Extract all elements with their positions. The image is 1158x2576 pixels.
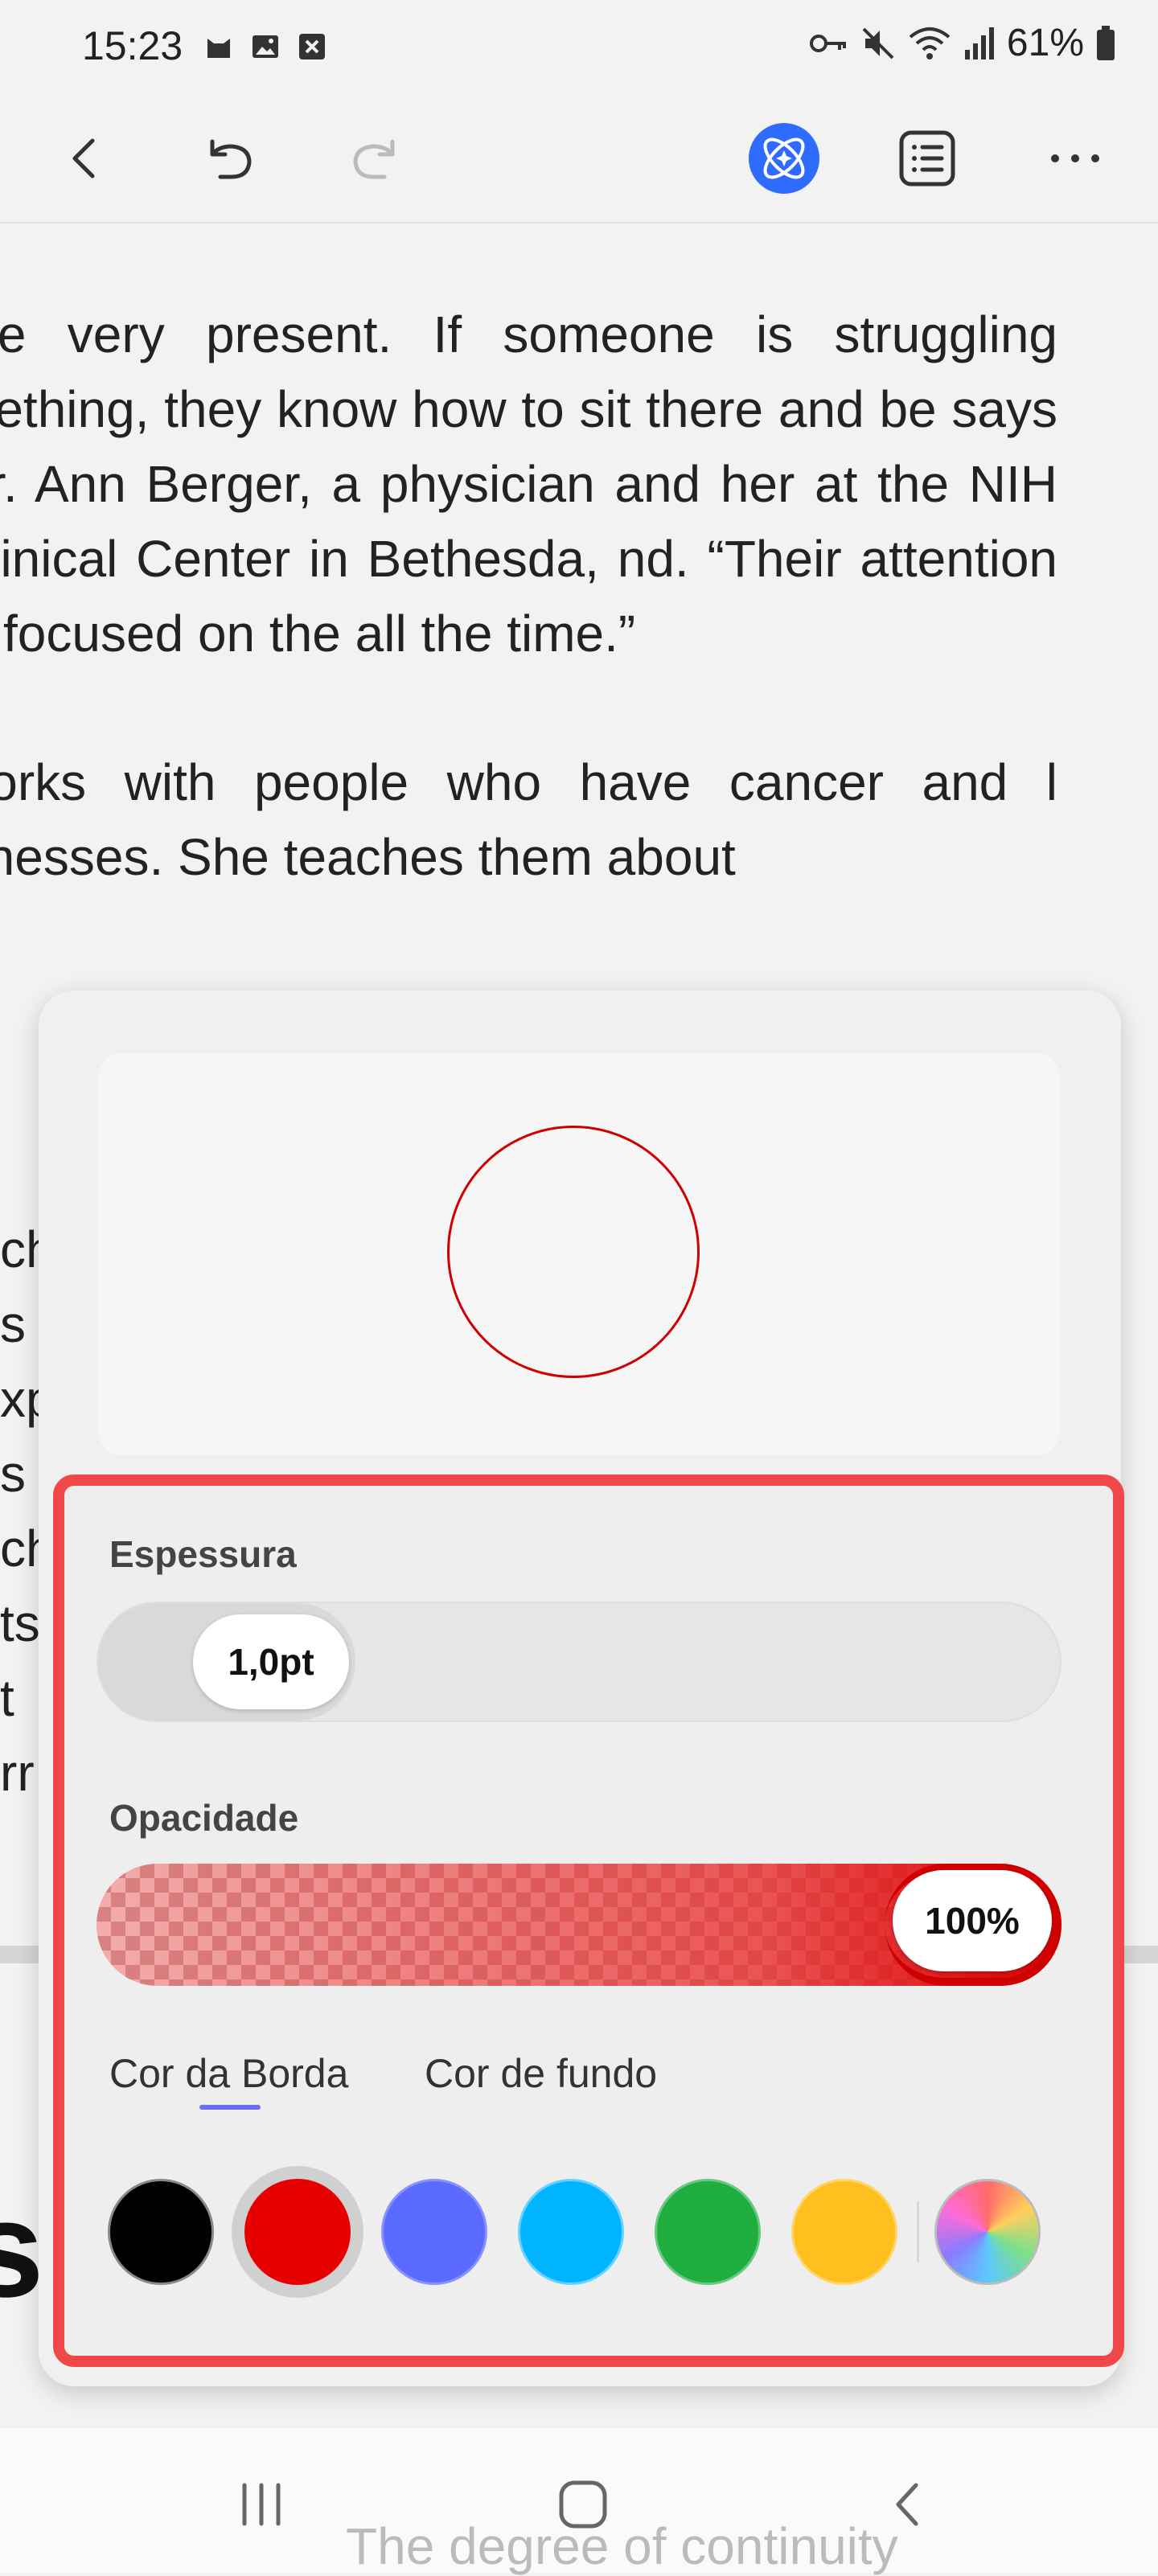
list-icon: [899, 130, 955, 187]
color-picker-swatch[interactable]: [934, 2179, 1041, 2285]
mute-icon: [862, 27, 894, 59]
shape-preview: [98, 1053, 1060, 1455]
thickness-label: Espessura: [109, 1533, 297, 1575]
status-system-icons: 61%: [809, 21, 1116, 65]
battery-icon: [1097, 25, 1115, 60]
battery-percent: 61%: [1006, 22, 1084, 64]
swatch-separator: [917, 2201, 919, 2262]
thickness-slider[interactable]: 1,0pt: [96, 1602, 1062, 1722]
article-text-behind-navbar: The degree of continuity: [346, 2517, 898, 2575]
opacity-label: Opacidade: [109, 1797, 299, 1839]
undo-icon: [210, 139, 252, 179]
status-notification-icons: [203, 31, 328, 63]
opacity-slider-thumb[interactable]: 100%: [893, 1870, 1052, 1971]
article-paragraph: works with people who have cancer and l …: [0, 753, 1057, 886]
color-swatch-sky-blue[interactable]: [518, 2179, 624, 2285]
close-box-icon: [299, 34, 325, 59]
article-paragraph: are very present. If someone is struggli…: [0, 306, 1057, 662]
document-toolbar: [0, 100, 1158, 224]
color-swatch-yellow[interactable]: [791, 2179, 897, 2285]
back-icon: [72, 138, 95, 178]
status-time: 15:23: [82, 23, 183, 68]
cat-icon: [207, 39, 230, 58]
wifi-icon: [909, 27, 951, 59]
tab-fill-color[interactable]: Cor de fundo: [425, 2050, 657, 2097]
assistant-button[interactable]: [740, 114, 828, 203]
color-swatch-blue[interactable]: [381, 2179, 487, 2285]
assistant-icon: [749, 123, 819, 194]
key-icon: [809, 34, 846, 52]
tab-border-color[interactable]: Cor da Borda: [109, 2050, 348, 2097]
color-swatch-green[interactable]: [655, 2179, 761, 2285]
status-bar: 15:23 61%: [0, 0, 1158, 100]
active-tab-indicator: [199, 2105, 261, 2110]
undo-button[interactable]: [185, 114, 273, 203]
more-options-button[interactable]: [1031, 114, 1119, 203]
recents-icon: [242, 2483, 281, 2526]
back-button[interactable]: [42, 114, 130, 203]
list-button[interactable]: [883, 114, 971, 203]
more-icon: [1051, 154, 1099, 162]
signal-icon: [964, 27, 994, 59]
redo-icon: [353, 139, 395, 179]
color-swatch-red[interactable]: [244, 2179, 351, 2285]
recents-button[interactable]: [217, 2460, 306, 2549]
image-icon: [253, 35, 278, 58]
color-swatch-black[interactable]: [108, 2179, 214, 2285]
color-swatches: [108, 2166, 1057, 2298]
thickness-slider-thumb[interactable]: 1,0pt: [193, 1614, 349, 1709]
redo-button[interactable]: [331, 114, 420, 203]
preview-circle-shape: [447, 1126, 700, 1378]
article-body: are very present. If someone is struggli…: [0, 297, 1057, 969]
